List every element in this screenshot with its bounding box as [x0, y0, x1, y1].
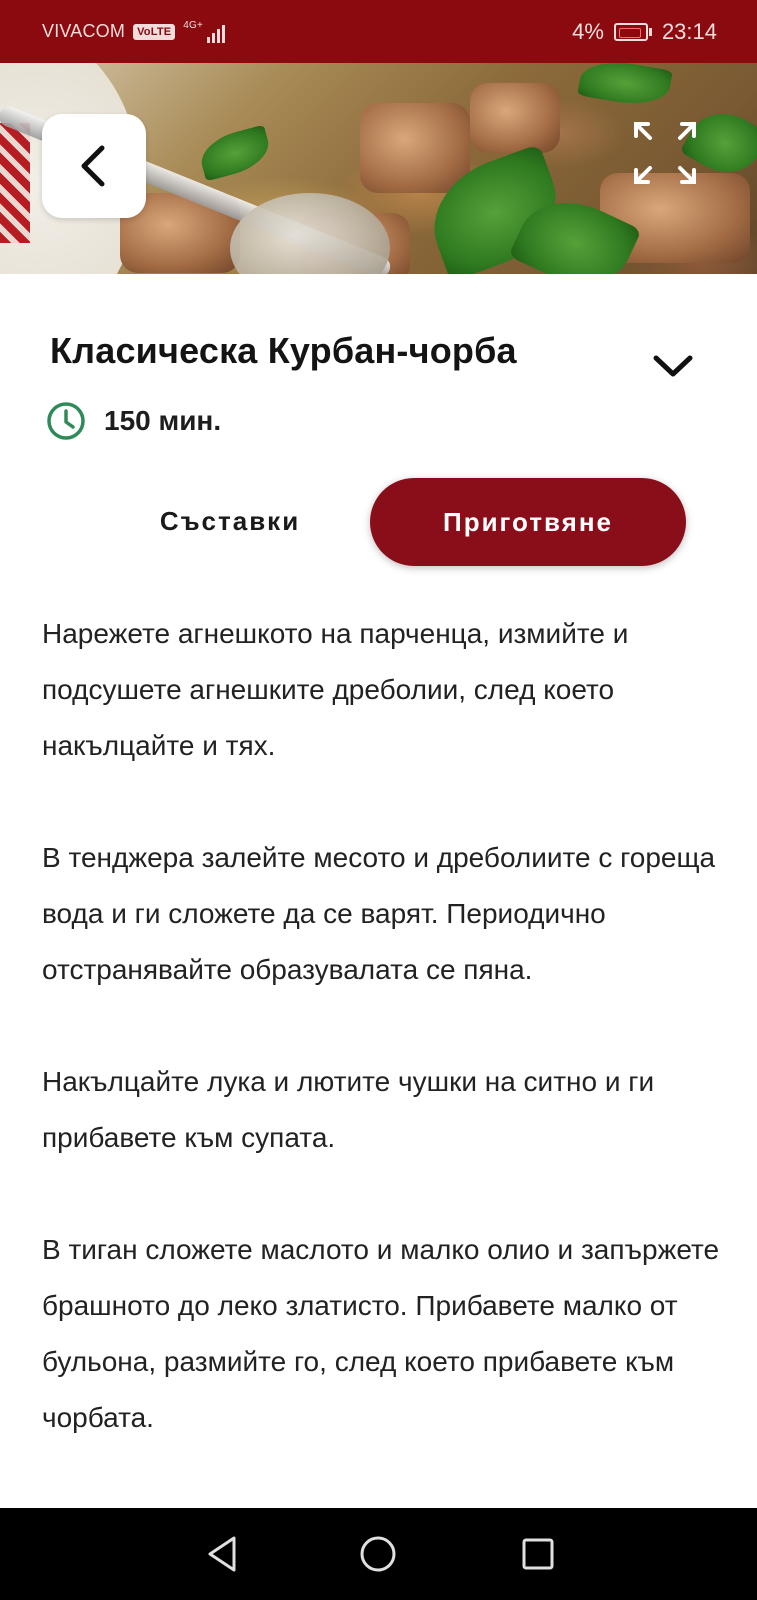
triangle-back-icon [208, 1536, 236, 1572]
clock-icon [47, 402, 85, 440]
clock-time: 23:14 [661, 18, 717, 44]
volte-badge: VoLTE [133, 23, 176, 40]
chevron-down-icon [653, 355, 693, 377]
status-right: 4% 23:14 [572, 19, 717, 45]
cooking-time-label: 150 мин. [104, 405, 222, 436]
cooking-time: 150 мин. [46, 400, 221, 442]
preparation-step: В тенджера залейте месото и дреболиите с… [42, 842, 716, 985]
recipe-title: Класическа Курбан-чорба [50, 330, 517, 371]
square-recents-icon [522, 1538, 554, 1570]
back-button[interactable] [42, 114, 146, 218]
collapse-toggle-button[interactable] [650, 350, 696, 382]
carrier-name: VIVACOM [42, 21, 126, 41]
parsley-leaf [196, 124, 274, 182]
meat-piece [470, 83, 560, 153]
status-bar: VIVACOM VoLTE 4G+ 4% 23:14 [0, 0, 757, 63]
expand-image-button[interactable] [632, 120, 698, 186]
cloth-pattern [0, 123, 30, 243]
nav-home-button[interactable] [354, 1530, 402, 1578]
expand-icon [634, 122, 696, 184]
system-nav-bar [0, 1508, 757, 1600]
parsley-leaf [577, 63, 673, 111]
preparation-step: Накълцайте лука и лютите чушки на ситно … [42, 1066, 655, 1153]
meat-piece [360, 103, 470, 193]
battery-icon [613, 22, 652, 41]
chevron-left-icon [81, 145, 105, 187]
circle-home-icon [360, 1536, 396, 1572]
preparation-steps: Нарежете агнешкото на парченца, измийте … [42, 606, 722, 1502]
preparation-step: В тиган сложете маслото и малко олио и з… [42, 1234, 720, 1433]
tab-ingredients[interactable]: Съставки [130, 478, 330, 564]
nav-recents-button[interactable] [514, 1530, 562, 1578]
nav-back-button[interactable] [198, 1530, 246, 1578]
status-left: VIVACOM VoLTE 4G+ [42, 19, 226, 43]
network-type: 4G+ [183, 19, 204, 31]
battery-percent: 4% [572, 18, 604, 44]
signal-icon: 4G+ [183, 19, 226, 43]
tab-preparation[interactable]: Приготвяне [370, 478, 686, 566]
preparation-step: Нарежете агнешкото на парченца, измийте … [42, 618, 629, 761]
